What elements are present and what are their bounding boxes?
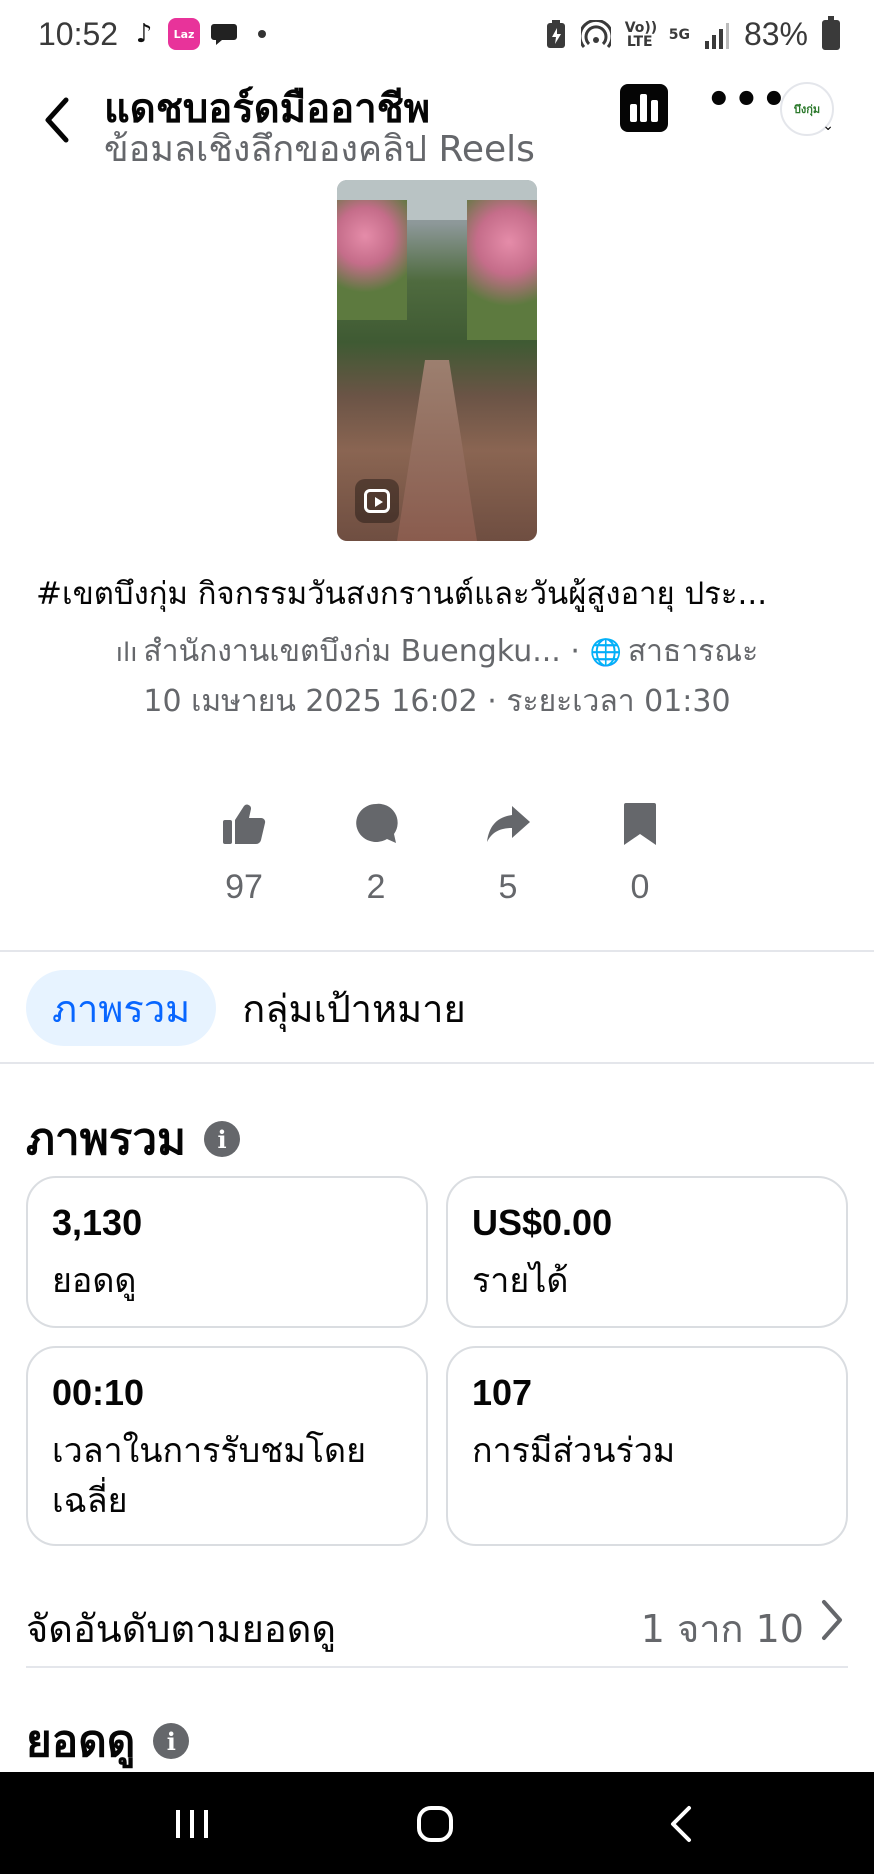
rank-by-views-row[interactable]: จัดอันดับตามยอดดู 1 จาก 10: [26, 1590, 848, 1651]
views-section-title: ยอดดู i: [26, 1706, 190, 1776]
views-value: 3,130: [52, 1202, 143, 1243]
battery-saver-icon: [546, 19, 565, 48]
reels-icon: [355, 479, 399, 523]
system-icons: Vo)) LTE 5G 83%: [545, 15, 840, 53]
divider: [0, 950, 874, 952]
earnings-label: รายได้: [472, 1261, 569, 1301]
battery-percent: 83%: [743, 16, 808, 52]
likes-count: 97: [225, 868, 263, 906]
home-button[interactable]: [405, 1800, 465, 1848]
info-icon[interactable]: i: [153, 1723, 190, 1759]
more-notifications-dot-icon: [258, 30, 266, 38]
lazada-icon: Laz: [168, 18, 200, 50]
likes-stat: 97: [212, 800, 276, 920]
bar-chart-icon: [630, 104, 637, 122]
globe-icon: 🌐: [589, 638, 622, 668]
status-time: 10:52: [38, 16, 119, 52]
shares-count: 5: [498, 868, 518, 906]
avg-watch-time-value: 00:10: [52, 1372, 145, 1413]
volte-icon: Vo)) LTE: [624, 19, 658, 50]
comments-count: 2: [366, 868, 386, 906]
tiktok-icon: ♪: [135, 19, 153, 49]
battery-icon: [822, 15, 840, 50]
bookmark-icon: [624, 803, 656, 845]
system-nav-bar: [0, 1772, 874, 1874]
share-arrow-icon: [487, 806, 530, 842]
comment-bubble-icon: [356, 803, 398, 843]
divider: [26, 1666, 848, 1668]
chevron-down-icon: ⌄: [822, 118, 834, 134]
post-date: 10 เมษายน 2025 16:02: [143, 684, 478, 719]
views-card[interactable]: 3,130 ยอดดู: [26, 1176, 428, 1328]
chevron-left-icon: [45, 97, 69, 143]
rank-value: 1 จาก 10: [640, 1607, 804, 1651]
hotspot-icon: [580, 19, 611, 48]
avatar: บึงกุ่ม: [793, 103, 821, 116]
overview-heading: ภาพรวม: [26, 1114, 187, 1165]
saves-count: 0: [630, 868, 650, 906]
recent-apps-button[interactable]: [162, 1800, 222, 1848]
post-caption[interactable]: #เขตบึงกุ่ม กิจกรรมวันสงกรานต์และวันผู้ส…: [36, 568, 836, 618]
more-options-button[interactable]: •••: [706, 80, 787, 120]
overview-section-title: ภาพรวม i: [26, 1104, 241, 1174]
earnings-card[interactable]: US$0.00 รายได้: [446, 1176, 848, 1328]
page-icon: ılı: [115, 638, 138, 668]
insights-tabs: ภาพรวม กลุ่มเป้าหมาย: [26, 970, 492, 1046]
avg-watch-time-card[interactable]: 00:10 เวลาในการรับชมโดยเฉลี่ย: [26, 1346, 428, 1546]
chevron-right-icon: [822, 1600, 842, 1640]
views-label: ยอดดู: [52, 1261, 137, 1301]
page-avatar-switcher[interactable]: บึงกุ่ม ⌄: [780, 82, 834, 136]
page-subtitle: ข้อมลเชิงลึกของคลิป Reels: [104, 129, 535, 170]
views-heading: ยอดดู: [26, 1716, 136, 1767]
tab-overview[interactable]: ภาพรวม: [26, 970, 217, 1046]
divider: [0, 1062, 874, 1064]
insights-chart-button[interactable]: [620, 84, 668, 132]
info-icon[interactable]: i: [204, 1121, 241, 1157]
tab-audience[interactable]: กลุ่มเป้าหมาย: [216, 970, 492, 1046]
signal-icon: [704, 22, 729, 49]
post-date-duration: 10 เมษายน 2025 16:02 · ระยะเวลา 01:30: [0, 678, 874, 725]
saves-stat: 0: [608, 800, 672, 920]
system-back-button[interactable]: [651, 1800, 711, 1848]
status-bar: 10:52 ♪ Laz Vo)) LTE 5G 83%: [0, 0, 874, 76]
thumbs-up-icon: [223, 804, 266, 845]
post-duration: · ระยะเวลา 01:30: [487, 684, 731, 719]
page-name: สำนักงานเขตบึงก่ม Buengku...: [143, 634, 561, 669]
rank-label: จัดอันดับตามยอดดู: [26, 1607, 337, 1651]
earnings-value: US$0.00: [472, 1202, 613, 1243]
notification-icons: ♪ Laz: [128, 18, 266, 50]
engagement-label: การมีส่วนร่วม: [472, 1431, 676, 1471]
shares-stat: 5: [476, 800, 540, 920]
privacy-label: สาธารณะ: [627, 634, 759, 669]
post-meta: ılı สำนักงานเขตบึงก่ม Buengku... · 🌐 สาธาร…: [0, 628, 874, 675]
comments-stat: 2: [344, 800, 408, 920]
back-button[interactable]: [36, 88, 80, 148]
engagement-stats: 97 2 5 0: [212, 800, 672, 920]
reel-thumbnail[interactable]: [337, 180, 537, 541]
chat-bubble-icon: [208, 18, 240, 50]
avg-watch-time-label: เวลาในการรับชมโดยเฉลี่ย: [52, 1431, 367, 1521]
engagement-card[interactable]: 107 การมีส่วนร่วม: [446, 1346, 848, 1546]
network-5g-icon: 5G: [668, 26, 690, 43]
app-header: แดชบอร์ดมืออาชีพ ข้อมลเชิงลึกของคลิป Ree…: [0, 76, 874, 172]
meta-separator: ·: [570, 634, 580, 669]
engagement-value: 107: [472, 1372, 533, 1413]
